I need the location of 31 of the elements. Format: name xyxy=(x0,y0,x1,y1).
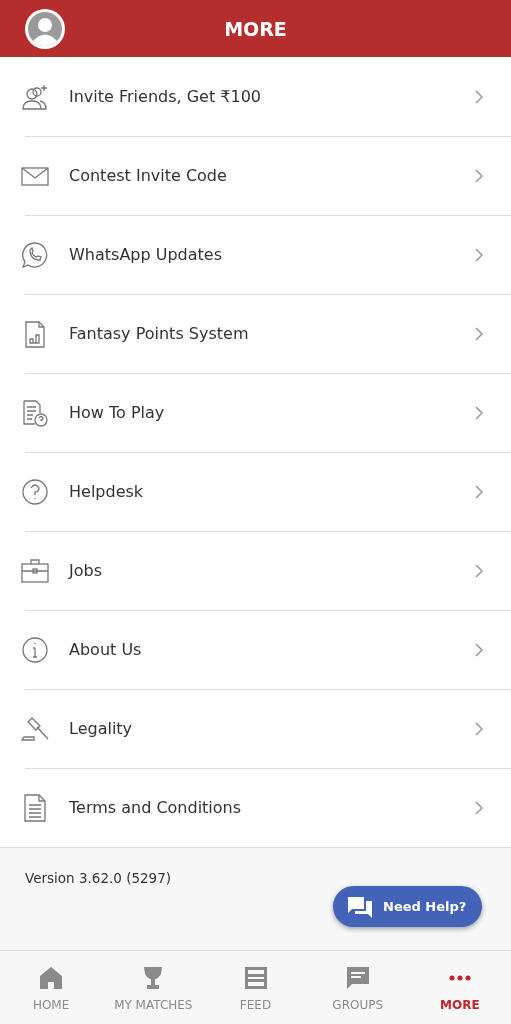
chevron-right-icon xyxy=(474,88,484,105)
menu-item[interactable]: Jobs xyxy=(0,531,511,610)
more-dots-icon xyxy=(448,974,471,981)
avatar-icon[interactable] xyxy=(24,8,66,50)
chevron-right-icon xyxy=(474,562,484,579)
nav-tab[interactable]: MORE xyxy=(408,951,511,1024)
chevron-right-icon xyxy=(474,720,484,737)
menu-item[interactable]: Invite Friends, Get ₹100 xyxy=(0,57,511,136)
phone-bubble-icon xyxy=(20,239,50,270)
chat-icon xyxy=(347,894,373,919)
menu-item[interactable]: Fantasy Points System xyxy=(0,294,511,373)
chevron-right-icon xyxy=(474,404,484,421)
page-title: MORE xyxy=(224,17,287,40)
document-question-icon xyxy=(20,397,50,428)
help-icon xyxy=(20,476,50,507)
menu-item[interactable]: Terms and Conditions xyxy=(0,768,511,847)
need-help-button[interactable]: Need Help? xyxy=(333,886,482,927)
chevron-right-icon xyxy=(474,641,484,658)
menu-item[interactable]: WhatsApp Updates xyxy=(0,215,511,294)
menu-item[interactable]: Contest Invite Code xyxy=(0,136,511,215)
chevron-right-icon xyxy=(474,799,484,816)
menu-item[interactable]: About Us xyxy=(0,610,511,689)
chevron-right-icon xyxy=(474,246,484,263)
menu-item[interactable]: Legality xyxy=(0,689,511,768)
menu-item[interactable]: Helpdesk xyxy=(0,452,511,531)
info-icon xyxy=(20,634,50,665)
chevron-right-icon xyxy=(474,483,484,500)
chevron-right-icon xyxy=(474,325,484,342)
menu-item[interactable]: How To Play xyxy=(0,373,511,452)
version-text: Version 3.62.0 (5297) xyxy=(25,870,172,886)
chevron-right-icon xyxy=(474,167,484,184)
